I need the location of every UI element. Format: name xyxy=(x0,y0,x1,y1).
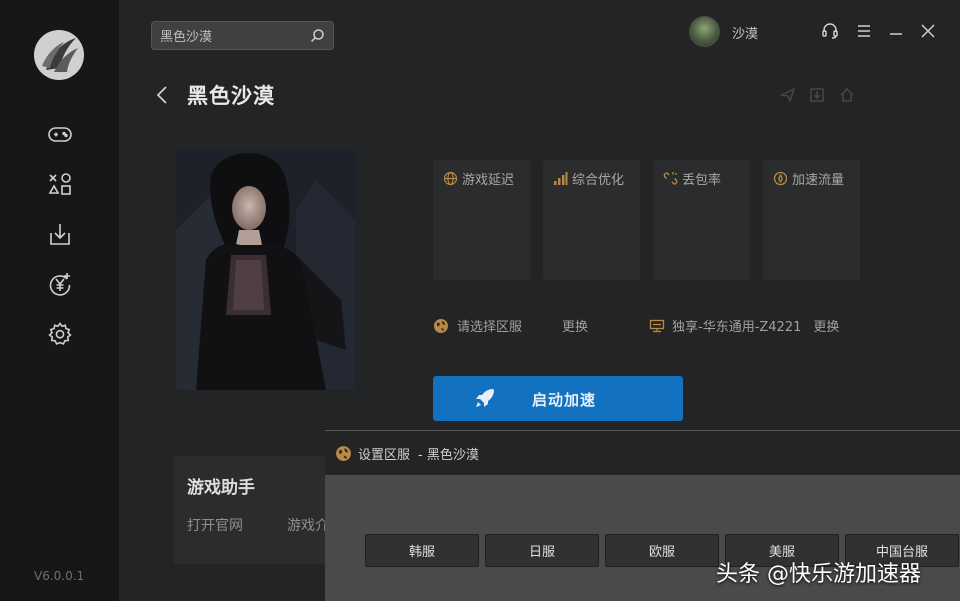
node-label[interactable]: 独享-华东通用-Z4221 xyxy=(672,316,801,335)
stat-card-optimization: 综合优化 xyxy=(543,160,640,280)
settings-gear-icon[interactable] xyxy=(47,321,73,347)
region-button-eu[interactable]: 欧服 xyxy=(605,534,719,567)
watermark: 头条 @快乐游加速器 xyxy=(716,562,921,587)
stat-card-packet-loss: 丢包率 xyxy=(653,160,750,280)
menu-icon[interactable] xyxy=(855,22,873,40)
share-icon[interactable] xyxy=(779,86,797,104)
yuan-plus-icon[interactable] xyxy=(47,271,73,297)
region-button-jp[interactable]: 日服 xyxy=(485,534,599,567)
support-headset-icon[interactable] xyxy=(821,22,839,40)
rocket-icon xyxy=(473,386,497,410)
search-input[interactable] xyxy=(160,28,309,43)
game-cover-image xyxy=(176,150,355,390)
stat-card-latency: 游戏延迟 xyxy=(433,160,530,280)
flow-drop-icon xyxy=(773,171,788,186)
server-node-icon xyxy=(649,319,665,332)
region-dialog-subtitle: - 黑色沙漠 xyxy=(418,447,479,463)
close-icon[interactable] xyxy=(919,22,937,40)
game-helper-panel: 游戏助手 打开官网 游戏介 xyxy=(174,456,329,564)
game-intro-link[interactable]: 游戏介 xyxy=(287,515,329,535)
stat-label: 游戏延迟 xyxy=(462,173,515,188)
start-acceleration-button[interactable]: 启动加速 xyxy=(433,376,683,421)
stat-card-traffic: 加速流量 xyxy=(763,160,860,280)
home-icon[interactable] xyxy=(838,86,856,104)
signal-bars-icon xyxy=(554,172,568,185)
region-dialog-title: 设置区服 xyxy=(358,447,411,463)
username[interactable]: 沙漠 xyxy=(732,23,758,42)
region-globe-icon xyxy=(434,318,448,333)
app-logo xyxy=(34,30,84,80)
search-box xyxy=(151,21,334,50)
official-site-link[interactable]: 打开官网 xyxy=(187,515,243,535)
version-label: V6.0.0.1 xyxy=(34,569,85,583)
gamepad-icon[interactable] xyxy=(47,121,73,147)
stat-label: 加速流量 xyxy=(792,173,845,188)
region-dialog-header: 设置区服 - 黑色沙漠 xyxy=(325,431,960,475)
sidebar: V6.0.0.1 xyxy=(0,0,119,601)
start-acceleration-label: 启动加速 xyxy=(532,391,597,409)
stat-label: 综合优化 xyxy=(572,173,625,188)
user-avatar[interactable] xyxy=(689,16,720,47)
download-box-icon[interactable] xyxy=(808,86,826,104)
node-change-link[interactable]: 更换 xyxy=(813,316,839,335)
globe-icon xyxy=(443,171,458,186)
stat-label: 丢包率 xyxy=(682,173,722,188)
page-title: 黑色沙漠 xyxy=(187,84,275,108)
download-icon[interactable] xyxy=(47,221,73,247)
game-helper-title: 游戏助手 xyxy=(187,478,255,498)
region-selector: 请选择区服 更换 xyxy=(433,316,588,335)
minimize-icon[interactable] xyxy=(887,22,905,40)
region-button-kr[interactable]: 韩服 xyxy=(365,534,479,567)
shapes-icon[interactable] xyxy=(47,171,73,197)
region-label[interactable]: 请选择区服 xyxy=(457,316,522,335)
back-chevron-icon[interactable] xyxy=(153,84,171,106)
node-selector: 独享-华东通用-Z4221 更换 xyxy=(649,316,839,335)
broken-link-icon xyxy=(663,172,678,185)
search-icon[interactable] xyxy=(309,28,325,44)
region-change-link[interactable]: 更换 xyxy=(562,316,588,335)
dialog-globe-icon xyxy=(336,445,351,461)
